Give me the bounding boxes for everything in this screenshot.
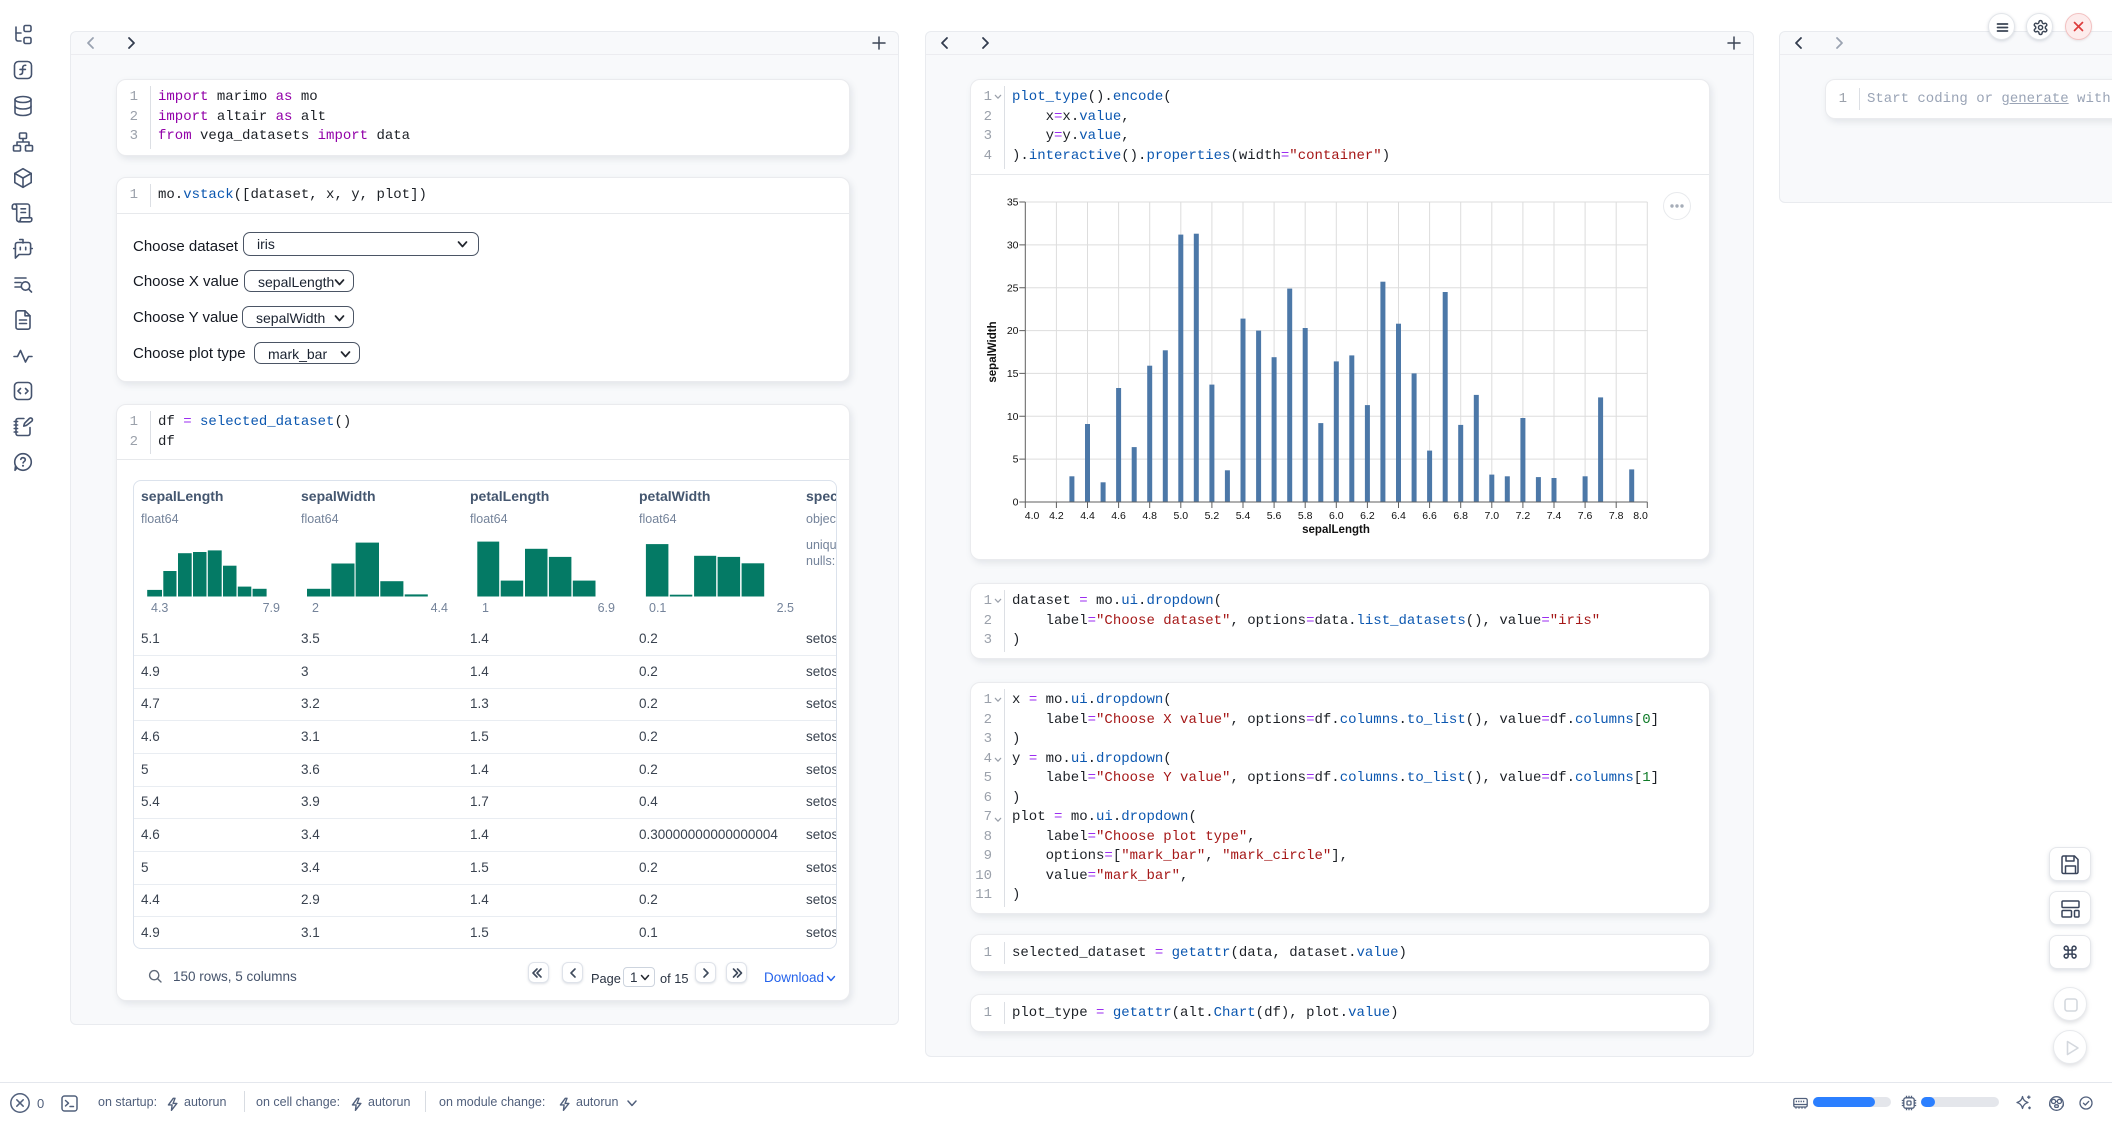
svg-text:0: 0 — [1013, 497, 1019, 509]
svg-text:4.0: 4.0 — [1025, 510, 1040, 522]
svg-text:25: 25 — [1007, 282, 1019, 294]
svg-text:6.2: 6.2 — [1360, 510, 1375, 522]
svg-text:5.2: 5.2 — [1205, 510, 1220, 522]
svg-text:5.8: 5.8 — [1298, 510, 1313, 522]
svg-text:5.4: 5.4 — [1236, 510, 1251, 522]
svg-text:7.6: 7.6 — [1578, 510, 1593, 522]
svg-text:8.0: 8.0 — [1633, 510, 1648, 522]
svg-text:7.4: 7.4 — [1547, 510, 1562, 522]
svg-text:7.8: 7.8 — [1609, 510, 1624, 522]
svg-text:6.4: 6.4 — [1391, 510, 1406, 522]
svg-text:4.2: 4.2 — [1049, 510, 1064, 522]
svg-text:7.0: 7.0 — [1484, 510, 1499, 522]
svg-text:4.6: 4.6 — [1111, 510, 1126, 522]
svg-text:4.4: 4.4 — [1080, 510, 1095, 522]
svg-text:30: 30 — [1007, 240, 1019, 252]
svg-text:5.0: 5.0 — [1173, 510, 1188, 522]
svg-text:15: 15 — [1007, 368, 1019, 380]
svg-text:5.6: 5.6 — [1267, 510, 1282, 522]
svg-text:4.8: 4.8 — [1142, 510, 1157, 522]
svg-text:7.2: 7.2 — [1516, 510, 1531, 522]
svg-text:sepalWidth: sepalWidth — [987, 321, 999, 382]
svg-text:6.0: 6.0 — [1329, 510, 1344, 522]
svg-text:20: 20 — [1007, 325, 1019, 337]
svg-text:sepalLength: sepalLength — [1302, 524, 1370, 536]
svg-text:6.8: 6.8 — [1453, 510, 1468, 522]
svg-text:10: 10 — [1007, 411, 1019, 423]
svg-text:35: 35 — [1007, 197, 1019, 209]
svg-text:5: 5 — [1013, 454, 1019, 466]
svg-text:6.6: 6.6 — [1422, 510, 1437, 522]
